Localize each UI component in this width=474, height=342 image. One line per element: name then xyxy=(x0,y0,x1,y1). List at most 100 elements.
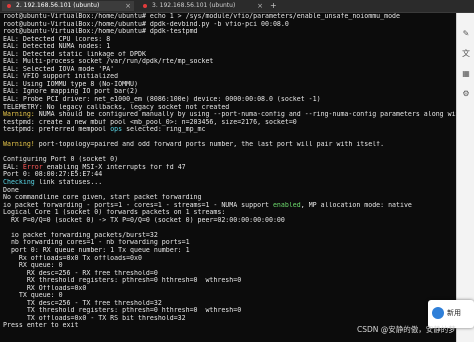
terminal-text: RX queue: 0 xyxy=(3,262,63,270)
terminal-text: link statuses... xyxy=(34,179,103,187)
notification-text: 新用 xyxy=(447,309,461,317)
terminal-text: root@ubuntu-VirtualBox:/home/ubuntu# dpd… xyxy=(3,28,198,36)
terminal-text: io packet forwarding packets/burst=32 xyxy=(3,231,158,239)
terminal-line: EAL: VFIO support initialized xyxy=(3,73,456,81)
tab-bar: 2. 192.168.56.101 (ubuntu) × 3. 192.168.… xyxy=(0,0,474,13)
terminal-line: Checking link statuses... xyxy=(3,179,456,187)
terminal-text: port 0: RX queue number: 1 Tx queue numb… xyxy=(3,246,190,254)
terminal-text: Rx offloads=0x0 Tx offloads=0x0 xyxy=(3,254,142,262)
terminal-line: Warning: NUMA should be configured manua… xyxy=(3,111,456,119)
terminal-line: nb forwarding cores=1 - nb forwarding po… xyxy=(3,239,456,247)
terminal-text: , MP allocation mode: native xyxy=(300,201,412,209)
tab-session-3[interactable]: 3. 192.168.56.101 (ubuntu) × xyxy=(138,1,266,11)
terminal-line: TELEMETRY: No legacy callbacks, legacy s… xyxy=(3,104,456,112)
terminal-line: EAL: Multi-process socket /var/run/dpdk/… xyxy=(3,58,456,66)
tab-session-2[interactable]: 2. 192.168.56.101 (ubuntu) × xyxy=(2,1,134,11)
grid-icon[interactable]: ▦ xyxy=(461,69,471,79)
add-tab-button[interactable]: + xyxy=(270,0,277,11)
terminal-line: TX queue: 0 xyxy=(3,292,456,300)
terminal-line: port 0: RX queue number: 1 Tx queue numb… xyxy=(3,247,456,255)
side-toolbar: ✎ 文 ▦ ⚙ xyxy=(456,13,474,342)
terminal-text: TX desc=256 - TX free threshold=32 xyxy=(3,299,162,307)
tab-label: 3. 192.168.56.101 (ubuntu) xyxy=(152,2,236,9)
terminal-line: RX Offloads=0x0 xyxy=(3,285,456,293)
terminal-text: EAL: Detected CPU lcores: 8 xyxy=(3,35,111,43)
terminal-text: enabled xyxy=(272,201,301,209)
terminal-text: ops xyxy=(110,126,123,134)
terminal-line: EAL: Selected IOVA mode 'PA' xyxy=(3,66,456,74)
terminal-line: root@ubuntu-VirtualBox:/home/ubuntu# dpd… xyxy=(3,21,456,29)
terminal-line: io packet forwarding - ports=1 - cores=1… xyxy=(3,202,456,210)
close-icon[interactable]: × xyxy=(125,1,131,11)
terminal-text: enabling MSI-X interrupts for fd 47 xyxy=(42,163,186,171)
terminal-text: RX Offloads=0x0 xyxy=(3,284,87,292)
terminal-text: Warning: xyxy=(3,111,35,119)
terminal-text: EAL: Probe PCI driver: net_e1000_em (808… xyxy=(3,96,321,104)
terminal-text: TX queue: 0 xyxy=(3,292,63,300)
terminal-text: EAL: Detected NUMA nodes: 1 xyxy=(3,43,111,51)
terminal-text: EAL: Ignore mapping IO port bar(2) xyxy=(3,88,138,96)
terminal-line: testpmd: create a new mbuf pool <mb_pool… xyxy=(3,119,456,127)
settings-icon[interactable]: ⚙ xyxy=(461,89,471,99)
terminal-output[interactable]: root@ubuntu-VirtualBox:/home/ubuntu# ech… xyxy=(0,13,456,342)
terminal-text: TX threshold registers: pthresh=0 hthres… xyxy=(3,307,242,315)
terminal-text: TX offloads=0x0 - TX RS bit threshold=32 xyxy=(3,314,186,322)
terminal-line: TX desc=256 - TX free threshold=32 xyxy=(3,300,456,308)
terminal-text: Done xyxy=(3,186,19,194)
terminal-text: RX P=0/Q=0 (socket 0) -> TX P=0/Q=0 (soc… xyxy=(3,216,285,224)
terminal-line: Done xyxy=(3,187,456,195)
terminal-text: RX threshold registers: pthresh=0 hthres… xyxy=(3,277,242,285)
watermark: CSDN @安静的傲，安静的梦 xyxy=(357,325,456,334)
terminal-text: EAL: xyxy=(3,163,23,171)
terminal-text: EAL: VFIO support initialized xyxy=(3,73,119,81)
terminal-line: RX threshold registers: pthresh=0 hthres… xyxy=(3,277,456,285)
terminal-line: EAL: Ignore mapping IO port bar(2) xyxy=(3,88,456,96)
terminal-text: TELEMETRY: No legacy callbacks, legacy s… xyxy=(3,103,230,111)
terminal-line: Configuring Port 0 (socket 0) xyxy=(3,156,456,164)
terminal-line: io packet forwarding packets/burst=32 xyxy=(3,232,456,240)
terminal-text: io packet forwarding - ports=1 - cores=1… xyxy=(3,201,273,209)
terminal-text: Checking xyxy=(3,179,35,187)
terminal-line: Warning! port-topology=paired and odd fo… xyxy=(3,141,456,149)
terminal-text: selected: ring_mp_mc xyxy=(122,126,206,134)
terminal-text: EAL: Selected IOVA mode 'PA' xyxy=(3,65,115,73)
edit-icon[interactable]: ✎ xyxy=(461,29,471,39)
terminal-text: root@ubuntu-VirtualBox:/home/ubuntu# dpd… xyxy=(3,20,289,28)
terminal-text: root@ubuntu-VirtualBox:/home/ubuntu# ech… xyxy=(3,13,400,20)
terminal-line: Port 0: 08:00:27:E5:E7:44 xyxy=(3,171,456,179)
terminal-line: Rx offloads=0x0 Tx offloads=0x0 xyxy=(3,255,456,263)
terminal-text: EAL: Detected static linkage of DPDK xyxy=(3,50,146,58)
terminal-text: nb forwarding cores=1 - nb forwarding po… xyxy=(3,239,190,247)
terminal-text: testpmd: preferred mempool xyxy=(3,126,111,134)
close-icon[interactable]: × xyxy=(257,1,263,11)
terminal-text: EAL: Using IOMMU type 8 (No-IOMMU) xyxy=(3,80,138,88)
terminal-line: RX desc=256 - RX free threshold=0 xyxy=(3,270,456,278)
terminal-text: EAL: Multi-process socket /var/run/dpdk/… xyxy=(3,58,214,66)
tab-label: 2. 192.168.56.101 (ubuntu) xyxy=(16,2,100,9)
terminal-line: root@ubuntu-VirtualBox:/home/ubuntu# dpd… xyxy=(3,28,456,36)
app-icon xyxy=(432,307,444,319)
terminal-text: Port 0: 08:00:27:E5:E7:44 xyxy=(3,171,103,179)
terminal-line: EAL: Using IOMMU type 8 (No-IOMMU) xyxy=(3,81,456,89)
terminal-line: RX queue: 0 xyxy=(3,262,456,270)
terminal-text: NUMA should be configured manually by us… xyxy=(34,111,456,119)
connection-status-icon xyxy=(7,4,11,8)
terminal-line: EAL: Error enabling MSI-X interrupts for… xyxy=(3,164,456,172)
terminal-line: No commandline core given, start packet … xyxy=(3,194,456,202)
connection-status-icon xyxy=(143,4,147,8)
terminal-line: Logical Core 1 (socket 0) forwards packe… xyxy=(3,209,456,217)
terminal-text: Error xyxy=(22,163,43,171)
terminal-line: EAL: Detected static linkage of DPDK xyxy=(3,51,456,59)
terminal-line: EAL: Detected CPU lcores: 8 xyxy=(3,36,456,44)
terminal-line: RX P=0/Q=0 (socket 0) -> TX P=0/Q=0 (soc… xyxy=(3,217,456,225)
terminal-text: Press enter to exit xyxy=(3,322,79,330)
terminal-text: testpmd: create a new mbuf pool <mb_pool… xyxy=(3,118,297,126)
terminal-line: EAL: Detected NUMA nodes: 1 xyxy=(3,43,456,51)
terminal-text: RX desc=256 - RX free threshold=0 xyxy=(3,269,158,277)
terminal-line: root@ubuntu-VirtualBox:/home/ubuntu# ech… xyxy=(3,13,456,21)
translate-icon[interactable]: 文 xyxy=(461,49,471,59)
terminal-line: TX threshold registers: pthresh=0 hthres… xyxy=(3,307,456,315)
terminal-text: Logical Core 1 (socket 0) forwards packe… xyxy=(3,209,226,217)
